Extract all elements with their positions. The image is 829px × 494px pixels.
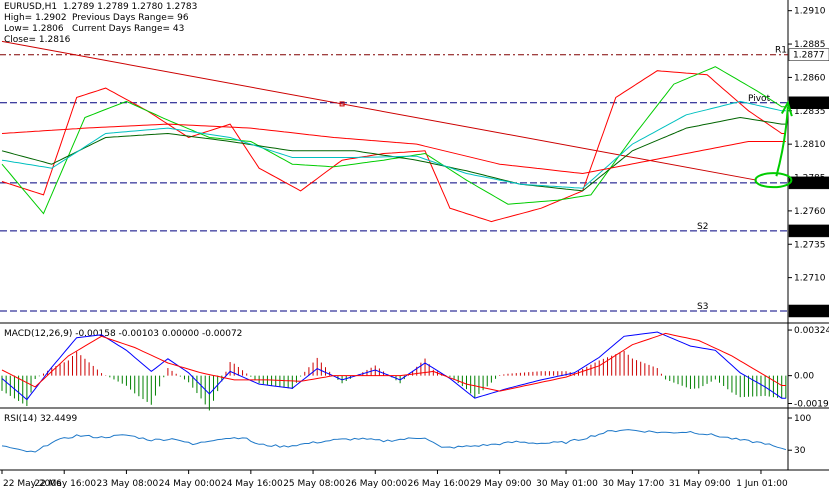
- level-tag-s2: S2: [697, 222, 708, 232]
- macd-tick-label: -0.00198: [794, 399, 829, 409]
- rsi-tick-label: 100: [794, 414, 811, 424]
- time-tick-label: 29 May 09:00: [470, 479, 532, 489]
- time-tick-label: 26 May 16:00: [408, 479, 470, 489]
- price-tick-label: 1.2910: [794, 7, 826, 17]
- price-tick-label: 1.2735: [794, 240, 826, 250]
- header-high: High= 1.2902: [4, 13, 67, 23]
- time-tick-label: 30 May 01:00: [536, 479, 598, 489]
- macd-tick-label: 0.00324: [794, 326, 829, 336]
- header-cur-range: Current Days Range= 43: [72, 24, 185, 34]
- level-tag-s3: S3: [697, 302, 708, 312]
- level-price-label: 1.2781: [793, 179, 825, 189]
- level-tag-r1: R1: [775, 46, 787, 56]
- time-tick-label: 23 May 08:00: [97, 479, 159, 489]
- time-tick-label: 30 May 17:00: [603, 479, 665, 489]
- header-prev-range: Previous Days Range= 96: [72, 13, 189, 23]
- price-tick-label: 1.2810: [794, 140, 826, 150]
- time-tick-label: 24 May 00:00: [159, 479, 221, 489]
- level-price-label: 1.2877: [793, 51, 825, 61]
- macd-tick-label: 0.00: [794, 372, 814, 382]
- time-tick-label: 31 May 09:00: [669, 479, 731, 489]
- level-price-label: 1.2745: [793, 227, 825, 237]
- time-tick-label: 22 May 16:00: [34, 479, 96, 489]
- rsi-tick-label: 30: [794, 446, 806, 456]
- price-tick-label: 1.2860: [794, 73, 826, 83]
- rsi-header: RSI(14) 32.4499: [4, 414, 77, 424]
- header-low: Low= 1.2806: [4, 24, 64, 34]
- macd-header: MACD(12,26,9) -0.00158 -0.00103 0.00000 …: [4, 329, 242, 339]
- header-symbol-line: EURUSD,H1 1.2789 1.2789 1.2780 1.2783: [4, 2, 198, 12]
- price-panel: 1.29101.28851.28601.28351.28101.27851.27…: [0, 0, 829, 494]
- price-tick-label: 1.2760: [794, 207, 826, 217]
- time-tick-label: 1 Jun 01:00: [736, 479, 788, 489]
- level-tag-pivot: Pivot: [748, 94, 771, 104]
- time-tick-label: 24 May 16:00: [221, 479, 283, 489]
- time-tick-label: 26 May 00:00: [345, 479, 407, 489]
- chart-canvas[interactable]: 1.29101.28851.28601.28351.28101.27851.27…: [0, 0, 829, 494]
- level-price-label: 1.2685: [793, 307, 825, 317]
- time-tick-label: 25 May 08:00: [283, 479, 345, 489]
- price-tick-label: 1.2710: [794, 274, 826, 284]
- level-price-label: 1.2841: [793, 99, 825, 109]
- header-close: Close= 1.2816: [4, 35, 71, 45]
